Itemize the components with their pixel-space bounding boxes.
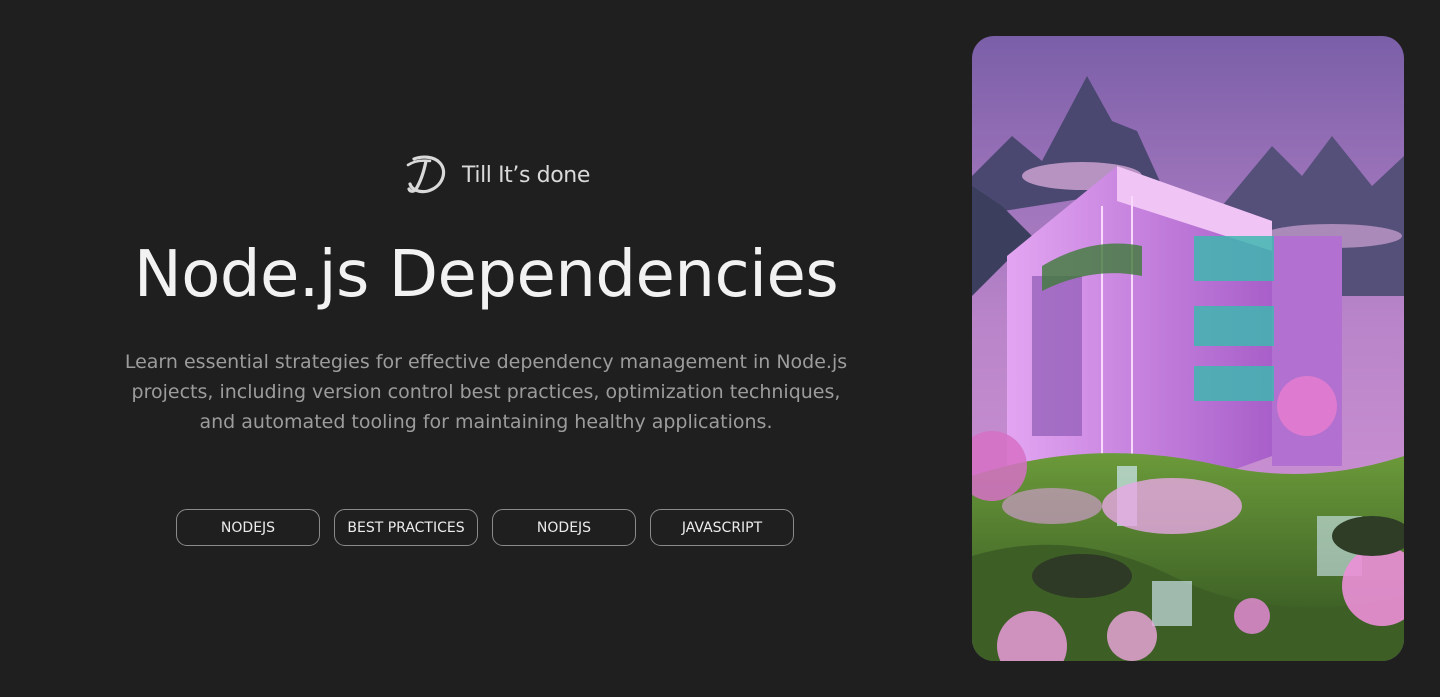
tag-nodejs-2[interactable]: NODEJS [492,509,636,546]
tag-list: NODEJS BEST PRACTICES NODEJS JAVASCRIPT [176,509,794,546]
tag-best-practices[interactable]: BEST PRACTICES [334,509,478,546]
tag-javascript[interactable]: JAVASCRIPT [650,509,794,546]
page: Till It’s done Node.js Dependencies Lear… [0,0,1440,697]
page-title: Node.js Dependencies [133,238,839,312]
brand[interactable]: Till It’s done [404,153,590,197]
hero-image [972,36,1404,661]
script-d-logo-icon [406,155,446,194]
tag-nodejs[interactable]: NODEJS [176,509,320,546]
page-description: Learn essential strategies for effective… [124,351,848,433]
hero-section: Till It’s done Node.js Dependencies Lear… [0,0,972,697]
futuristic-building-illustration [972,36,1404,661]
brand-name: Till It’s done [462,162,590,188]
